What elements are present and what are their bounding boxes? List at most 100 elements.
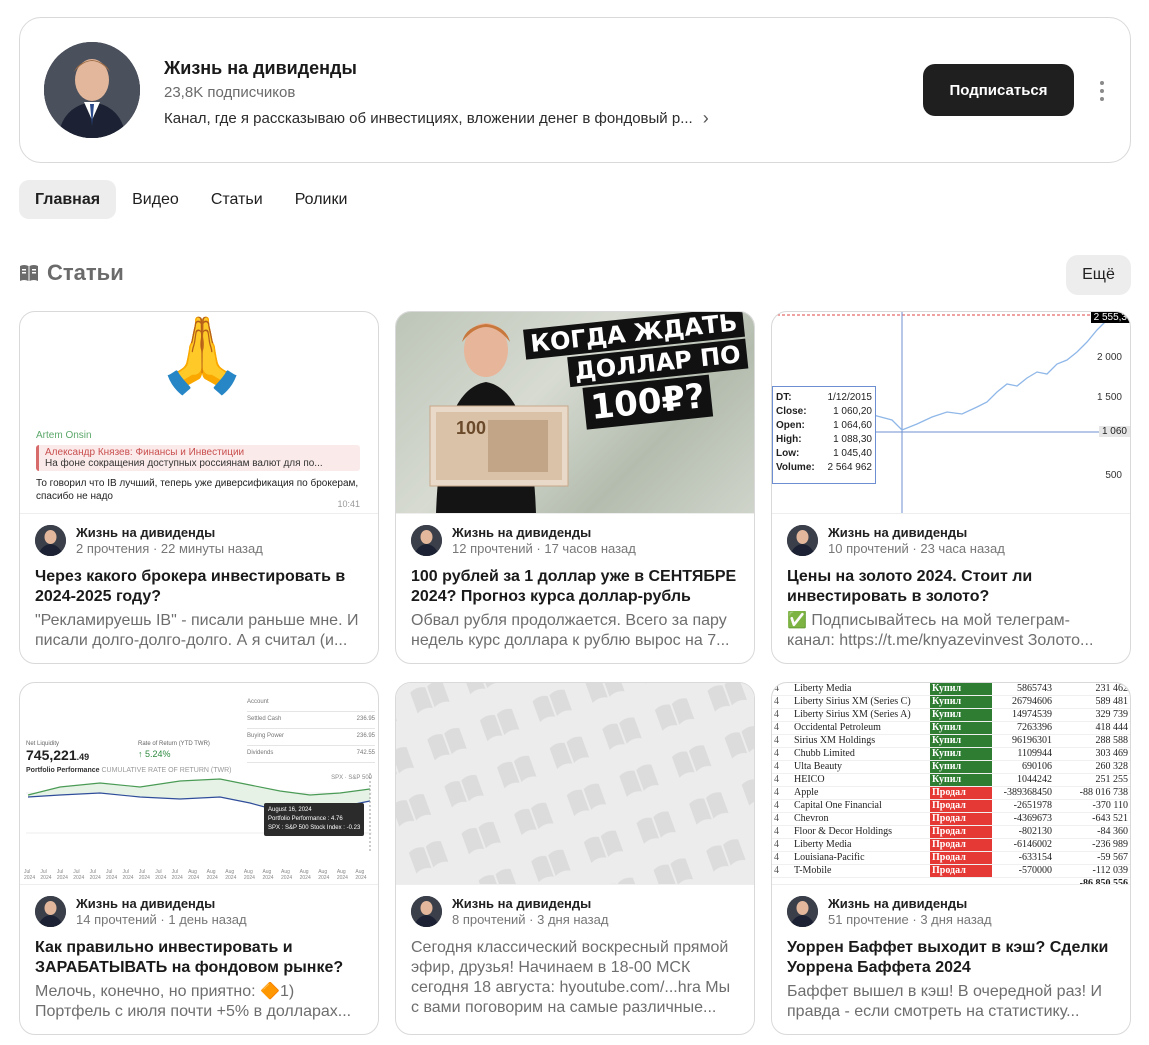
channel-avatar[interactable] [44, 42, 140, 138]
article-title[interactable]: Через какого брокера инвестировать в 202… [35, 567, 364, 607]
month-tick: Jul 2024 [40, 869, 52, 881]
author-name[interactable]: Жизнь на дивиденды [828, 525, 1005, 541]
table-row: 4 Occidental Petroleum Купил 7263396 418 444 [772, 721, 1130, 735]
article-card[interactable]: Жизнь на дивиденды 8 прочтений · 3 дня н… [395, 682, 755, 1035]
table-cell: -112 039 [1054, 864, 1130, 878]
author-name[interactable]: Жизнь на дивиденды [452, 896, 608, 912]
table-cell: 4 [772, 812, 792, 826]
subscribe-button[interactable]: Подписаться [923, 64, 1074, 116]
month-tick: Jul 2024 [106, 869, 118, 881]
table-cell: 96196301 [992, 734, 1054, 748]
table-row: 4 Chubb Limited Купил 1109944 303 469 [772, 747, 1130, 761]
rate-of-return-value: ↑ 5.24% [138, 749, 171, 759]
author-name[interactable]: Жизнь на дивиденды [76, 525, 263, 541]
table-cell: -643 521 [1054, 812, 1130, 826]
author-avatar[interactable] [411, 525, 442, 556]
chat-screenshot: Artem Onsin Александр Князев: Финансы и … [36, 430, 360, 511]
account-title: Account [247, 695, 375, 712]
table-cell: Продал [930, 799, 992, 813]
article-title[interactable]: Уоррен Баффет выходит в кэш? Сделки Уорр… [787, 938, 1116, 978]
article-title[interactable]: Цены на золото 2024. Стоит ли инвестиров… [787, 567, 1116, 607]
table-cell: 4 [772, 799, 792, 813]
table-cell: Louisiana-Pacific [792, 851, 930, 865]
table-cell: 589 481 [1054, 695, 1130, 709]
article-title[interactable]: Как правильно инвестировать и ЗАРАБАТЫВА… [35, 938, 364, 978]
article-card[interactable]: 2 555,3 1 060 2 000 1 500 500 DT: 1/12/20… [771, 311, 1131, 664]
table-cell: -4369673 [992, 812, 1054, 826]
article-excerpt[interactable]: Сегодня классический воскресный прямой э… [411, 938, 740, 1018]
author-avatar[interactable] [411, 896, 442, 927]
month-tick: Aug 2024 [336, 869, 348, 881]
channel-tabs: Главная Видео Статьи Ролики [19, 180, 363, 219]
table-cell: Liberty Sirius XM (Series C) [792, 695, 930, 709]
table-cell: Продал [930, 786, 992, 800]
ohlc-info-box: DT: 1/12/2015 Close: 1 060,20 Open: 1 064,6… [772, 386, 876, 484]
author-avatar[interactable] [787, 525, 818, 556]
article-meta: Жизнь на дивиденды 12 прочтений · 17 час… [411, 525, 636, 557]
table-cell: Продал [930, 825, 992, 839]
article-meta: Жизнь на дивиденды 2 прочтения · 22 мину… [35, 525, 263, 557]
article-card[interactable]: 4 Liberty Media Купил 5865743 231 462 4 Libert… [771, 682, 1131, 1035]
author-name[interactable]: Жизнь на дивиденды [452, 525, 636, 541]
author-avatar[interactable] [35, 525, 66, 556]
month-tick: Jul 2024 [155, 869, 167, 881]
quote-text: На фоне сокращения доступных россиянам в… [45, 458, 323, 469]
table-row: 4 T-Mobile Продал -570000 -112 039 [772, 864, 1130, 878]
month-tick: Jul 2024 [89, 869, 101, 881]
article-stats: 8 прочтений · 3 дня назад [452, 912, 609, 927]
table-cell: 7263396 [992, 721, 1054, 735]
benchmark-label: SPX · S&P 500 [331, 775, 372, 781]
more-options-icon[interactable] [1092, 76, 1112, 106]
performance-title: Portfolio Performance CUMULATIVE RATE OF… [26, 767, 232, 774]
article-stats: 2 прочтения · 22 минуты назад [76, 541, 263, 556]
table-cell: -389368450 [992, 786, 1054, 800]
article-meta: Жизнь на дивиденды 14 прочтений · 1 день… [35, 896, 247, 928]
article-thumbnail: Account Settled Cash 236.95 Buying Power 2… [20, 683, 378, 885]
article-meta: Жизнь на дивиденды 51 прочтение · 3 дня … [787, 896, 992, 928]
y-axis-tick: 1 500 [1096, 392, 1122, 403]
article-card[interactable]: 100 КОГДА ЖДАТЬ ДОЛЛАР ПО 100₽? Жизнь на… [395, 311, 755, 664]
month-tick: Aug 2024 [225, 869, 237, 881]
article-thumbnail: 100 КОГДА ЖДАТЬ ДОЛЛАР ПО 100₽? [396, 312, 754, 514]
month-tick: Aug 2024 [206, 869, 218, 881]
table-cell: Купил [930, 683, 992, 696]
chart-tooltip: August 16, 2024 Portfolio Performance : … [264, 803, 365, 836]
tab-articles[interactable]: Статьи [195, 180, 279, 219]
author-name[interactable]: Жизнь на дивиденды [828, 896, 992, 912]
table-cell: -570000 [992, 864, 1054, 878]
account-panel: Account Settled Cash 236.95 Buying Power 2… [247, 695, 375, 763]
author-avatar[interactable] [35, 896, 66, 927]
month-tick: Jul 2024 [24, 869, 36, 881]
table-cell: -633154 [992, 851, 1054, 865]
table-cell: Liberty Media [792, 683, 930, 696]
month-tick: Jul 2024 [122, 869, 134, 881]
net-liquidity-value: 745,221.49 [26, 747, 90, 763]
show-more-button[interactable]: Ещё [1066, 255, 1131, 295]
article-excerpt: Обвал рубля продолжается. Всего за пару … [411, 612, 730, 649]
article-card[interactable]: Account Settled Cash 236.95 Buying Power 2… [19, 682, 379, 1035]
article-thumbnail: 🙏 Artem Onsin Александр Князев: Финансы … [20, 312, 378, 514]
table-cell: -59 567 [1054, 851, 1130, 865]
table-cell [772, 878, 792, 885]
channel-description[interactable]: Канал, где я рассказываю об инвестициях,… [164, 108, 709, 129]
article-excerpt: Баффет вышел в кэш! В очередной раз! И п… [787, 983, 1103, 1020]
author-avatar[interactable] [787, 896, 818, 927]
table-cell: Ulta Beauty [792, 760, 930, 774]
tab-shorts[interactable]: Ролики [279, 180, 364, 219]
article-card[interactable]: 🙏 Artem Onsin Александр Князев: Финансы … [19, 311, 379, 664]
section-title[interactable]: Статьи [47, 260, 124, 286]
table-cell: Купил [930, 695, 992, 709]
author-name[interactable]: Жизнь на дивиденды [76, 896, 247, 912]
articles-grid: 🙏 Artem Onsin Александр Князев: Финансы … [19, 311, 1131, 1035]
tab-main[interactable]: Главная [19, 180, 117, 219]
month-tick: Aug 2024 [262, 869, 274, 881]
table-cell: Купил [930, 747, 992, 761]
table-row: 4 Louisiana-Pacific Продал -633154 -59 567 [772, 851, 1130, 865]
table-row: 4 Liberty Media Купил 5865743 231 462 [772, 683, 1130, 696]
chevron-right-icon[interactable]: › [703, 108, 709, 129]
table-cell: 26794606 [992, 695, 1054, 709]
month-tick: Aug 2024 [188, 869, 200, 881]
channel-title[interactable]: Жизнь на дивиденды [164, 58, 357, 79]
tab-video[interactable]: Видео [116, 180, 195, 219]
article-title[interactable]: 100 рублей за 1 доллар уже в СЕНТЯБРЕ 20… [411, 567, 740, 607]
